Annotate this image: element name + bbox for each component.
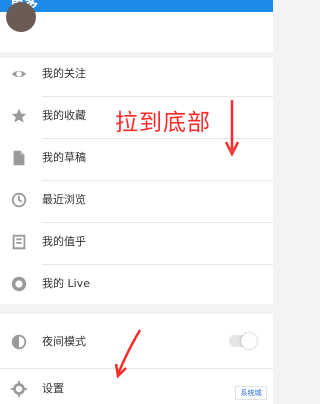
menu-item-night-mode[interactable]: 夜间模式 (0, 327, 273, 355)
annotation-text: 拉到底部 (115, 110, 211, 136)
divider (42, 180, 273, 181)
divider (0, 368, 273, 369)
menu-item-label: 夜间模式 (42, 335, 86, 348)
menu-item-recent[interactable]: 最近浏览 (0, 185, 273, 213)
moon-icon (11, 334, 27, 350)
clock-icon (11, 192, 27, 208)
profile-section[interactable] (0, 2, 273, 52)
star-icon (11, 108, 27, 123)
menu-item-label: 我的 Live (42, 277, 90, 290)
list-icon (12, 234, 26, 250)
divider (42, 138, 273, 139)
menu-item-follows[interactable]: 我的关注 (0, 59, 273, 87)
menu-group-settings: 夜间模式 设置 (0, 314, 273, 404)
night-mode-toggle[interactable] (229, 333, 257, 349)
menu-item-zhihu-value[interactable]: 我的值乎 (0, 227, 273, 255)
menu-item-label: 我的值乎 (42, 235, 86, 248)
menu-item-label: 我的草稿 (42, 151, 86, 164)
divider (42, 264, 273, 265)
menu-group-main: 我的关注 我的收藏 我的草稿 最近浏览 我的值乎 我的 Live (0, 58, 273, 304)
menu-item-label: 我的关注 (42, 67, 86, 80)
document-icon (13, 150, 25, 166)
eye-icon (11, 70, 27, 78)
toggle-knob (241, 333, 257, 349)
live-icon (11, 276, 27, 292)
divider (42, 222, 273, 223)
menu-item-label: 最近浏览 (42, 193, 86, 206)
divider (42, 96, 273, 97)
watermark: 系统城 (235, 386, 267, 400)
gear-icon (10, 380, 28, 398)
menu-item-label: 设置 (42, 382, 64, 395)
menu-item-live[interactable]: 我的 Live (0, 269, 273, 297)
menu-item-label: 我的收藏 (42, 109, 86, 122)
menu-item-settings[interactable]: 设置 (0, 374, 273, 402)
avatar[interactable] (6, 2, 36, 32)
top-header: 更多 (0, 0, 273, 13)
menu-item-drafts[interactable]: 我的草稿 (0, 143, 273, 171)
